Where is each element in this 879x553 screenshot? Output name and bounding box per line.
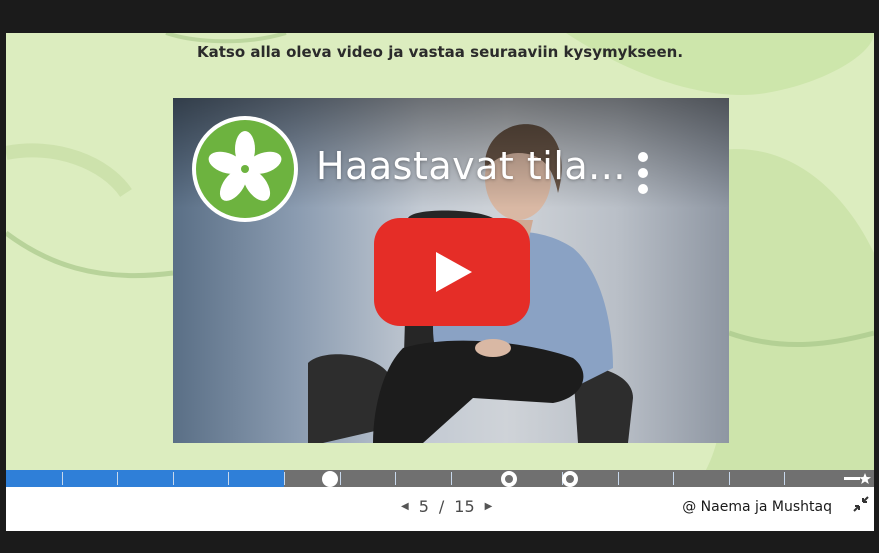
slide-prompt: Katso alla oleva video ja vastaa seuraav… [196, 43, 684, 61]
youtube-play-icon[interactable] [374, 218, 530, 326]
minimize-icon[interactable] [852, 495, 870, 513]
progress-segment-divider [62, 472, 63, 485]
progress-segment-divider [284, 472, 285, 485]
pager-total: 15 [454, 496, 475, 516]
progress-segment-divider [618, 472, 619, 485]
progress-segment-divider [673, 472, 674, 485]
progress-segment-divider [729, 472, 730, 485]
progress-segment-divider [228, 472, 229, 485]
flower-logo-icon[interactable] [190, 114, 300, 224]
progress-segment-divider [395, 472, 396, 485]
progress-segment-divider [173, 472, 174, 485]
slide-progress-bar[interactable] [6, 470, 874, 487]
next-slide-icon[interactable]: ▶ [485, 501, 493, 512]
progress-segment-divider [340, 472, 341, 485]
author-credit: @ Naema ja Mushtaq [682, 499, 832, 515]
kebab-menu-icon[interactable] [635, 151, 651, 195]
progress-segment-divider [784, 472, 785, 485]
finish-star-icon[interactable] [842, 471, 872, 486]
progress-fill [6, 470, 284, 487]
slide: Katso alla oleva video ja vastaa seuraav… [6, 33, 874, 470]
pager: ◀ 5 / 15 ▶ [401, 494, 492, 518]
footer-bar: ◀ 5 / 15 ▶ @ Naema ja Mushtaq [6, 487, 874, 531]
progress-segment-divider [451, 472, 452, 485]
video-player[interactable]: Haastavat tila... [173, 98, 729, 443]
pager-current: 5 [418, 496, 429, 516]
video-title[interactable]: Haastavat tila... [316, 144, 626, 188]
progress-marker[interactable] [322, 471, 338, 487]
progress-marker-ring[interactable] [501, 471, 517, 487]
progress-marker-ring[interactable] [562, 471, 578, 487]
progress-segment-divider [117, 472, 118, 485]
prev-slide-icon[interactable]: ◀ [401, 501, 409, 512]
pager-separator: / [438, 496, 445, 516]
